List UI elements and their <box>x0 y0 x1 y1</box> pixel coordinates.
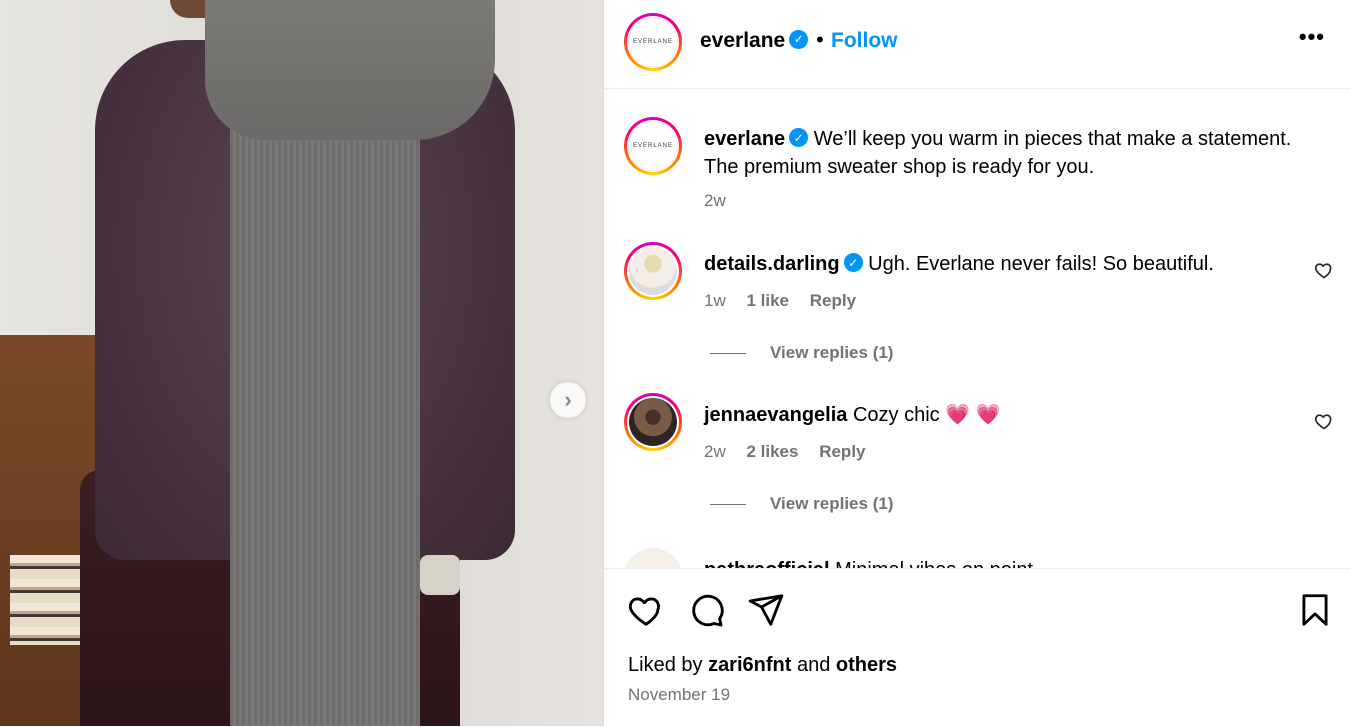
comment-body: Cozy chic 💗 💗 <box>852 404 1001 426</box>
separator-dot: • <box>816 27 824 52</box>
replies-divider <box>710 353 746 355</box>
scarf-wrap <box>205 0 495 140</box>
like-comment-heart-icon[interactable] <box>1314 411 1334 431</box>
liked-by: Liked by zari6nfnt and others <box>628 654 898 676</box>
verified-badge-icon: ✓ <box>789 128 809 148</box>
like-heart-icon[interactable] <box>627 591 665 629</box>
verified-badge-icon: ✓ <box>843 253 863 273</box>
comment-body: Minimal vibes on point <box>835 559 1033 568</box>
avatar-logo: EVERLANE <box>628 121 678 171</box>
post-panel: EVERLANE everlane ✓ • Follow ••• EVERLANE… <box>603 0 1351 727</box>
caption-text: everlane ✓ We’ll keep you warm in pieces … <box>704 125 1314 181</box>
comment-text: pathraofficial Minimal vibes on point <box>704 556 1314 568</box>
save-bookmark-icon[interactable] <box>1296 591 1334 629</box>
comment-time[interactable]: 1w <box>704 291 726 310</box>
more-options-icon[interactable]: ••• <box>1299 24 1325 50</box>
avatar[interactable]: EVERLANE <box>624 117 682 175</box>
avatar[interactable] <box>624 242 682 300</box>
replies-divider <box>710 504 746 506</box>
avatar-photo <box>629 247 677 295</box>
comment-username[interactable]: jennaevangelia <box>704 404 847 426</box>
reply-button[interactable]: Reply <box>810 291 856 310</box>
comment-meta: 2w 2 likes Reply <box>704 442 882 462</box>
share-send-icon[interactable] <box>747 591 785 629</box>
comments-list[interactable]: EVERLANE everlane ✓ We’ll keep you warm i… <box>604 88 1351 568</box>
comment-text: jennaevangelia Cozy chic 💗 💗 <box>704 401 1314 429</box>
comment-meta: 1w 1 like Reply <box>704 291 872 311</box>
comment-body: Ugh. Everlane never fails! So beautiful. <box>868 253 1214 275</box>
post-image: › <box>0 0 603 726</box>
avatar-photo <box>629 398 677 446</box>
view-replies-button[interactable]: View replies (1) <box>710 343 893 363</box>
caption-username[interactable]: everlane <box>704 128 785 150</box>
comment-username[interactable]: pathraofficial <box>704 559 830 568</box>
next-image-button[interactable]: › <box>550 382 586 418</box>
reply-button[interactable]: Reply <box>819 442 865 461</box>
liked-by-user[interactable]: zari6nfnt <box>708 654 791 676</box>
sleeve-cuff <box>420 555 460 595</box>
post-actions: Liked by zari6nfnt and others November 1… <box>604 568 1351 727</box>
caption-time[interactable]: 2w <box>704 191 726 210</box>
avatar[interactable] <box>624 548 682 568</box>
avatar-logo: EVERLANE <box>628 17 678 67</box>
header-username[interactable]: everlane ✓ <box>700 29 809 53</box>
chevron-right-icon: › <box>564 387 572 412</box>
liked-by-others[interactable]: others <box>836 654 897 676</box>
comment-likes[interactable]: 2 likes <box>746 442 798 461</box>
comment-time[interactable]: 2w <box>704 442 726 461</box>
post-date[interactable]: November 19 <box>628 685 730 705</box>
post-header: EVERLANE everlane ✓ • Follow ••• <box>604 0 1351 89</box>
comment-username[interactable]: details.darling <box>704 253 840 275</box>
follow-button[interactable]: Follow <box>831 29 898 53</box>
comment-icon[interactable] <box>687 591 725 629</box>
comment-likes[interactable]: 1 like <box>746 291 789 310</box>
like-comment-heart-icon[interactable] <box>1314 260 1334 280</box>
avatar[interactable] <box>624 393 682 451</box>
comment-text: details.darling ✓ Ugh. Everlane never fai… <box>704 250 1314 278</box>
verified-badge-icon: ✓ <box>789 29 809 49</box>
caption-meta: 2w <box>704 191 742 211</box>
avatar[interactable]: EVERLANE <box>624 13 682 71</box>
view-replies-button[interactable]: View replies (1) <box>710 494 893 514</box>
